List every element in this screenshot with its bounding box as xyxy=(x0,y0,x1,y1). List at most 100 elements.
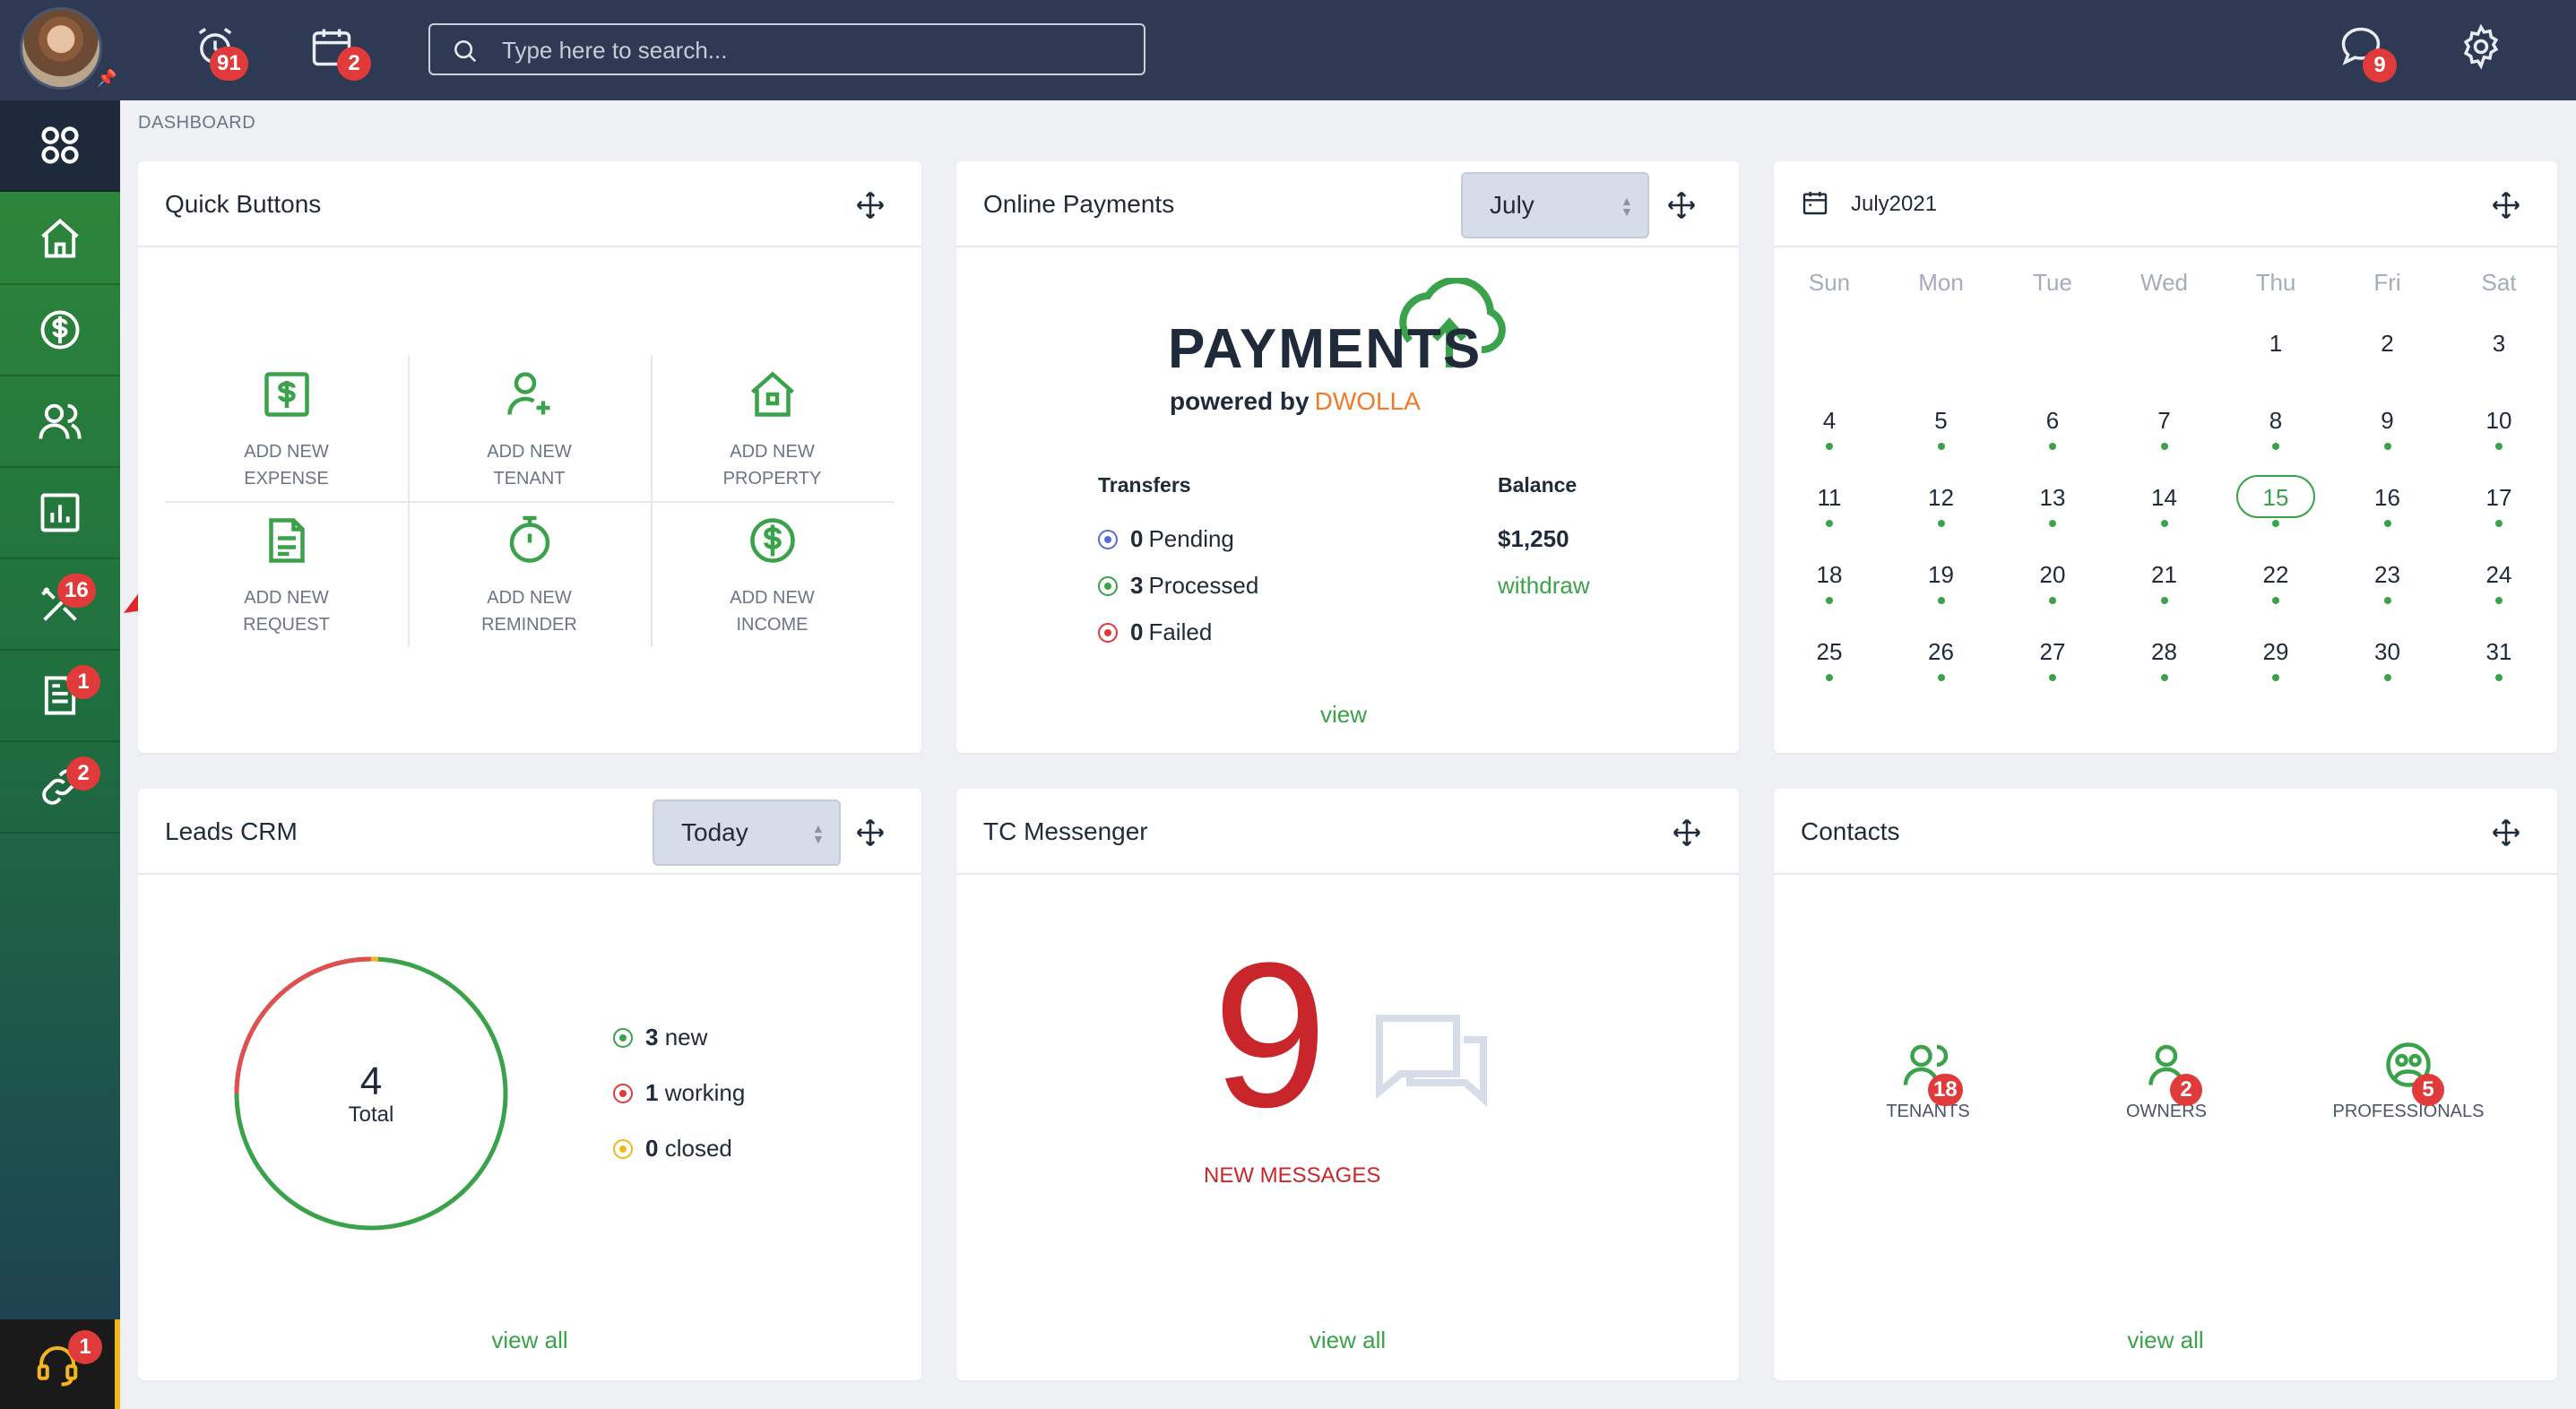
online-payments-card: Online Payments July ▲ ▼ PAYMENTS powered… xyxy=(956,161,1739,753)
contacts-professionals[interactable]: 5 PROFESSIONALS xyxy=(2310,1038,2507,1122)
calendar-event-dot xyxy=(2383,443,2391,450)
add-expense-button[interactable]: ADD NEW EXPENSE xyxy=(165,355,408,501)
card-header: Quick Buttons xyxy=(138,161,921,247)
messenger-view-all-link[interactable]: view all xyxy=(956,1327,1739,1354)
sidebar-item-home[interactable] xyxy=(0,194,120,285)
calendar-day[interactable]: 2 xyxy=(2332,330,2443,358)
alarm-button[interactable]: 91 xyxy=(192,23,248,81)
contacts-view-all-link[interactable]: view all xyxy=(1774,1327,2557,1354)
add-property-button[interactable]: ADD NEW PROPERTY xyxy=(651,355,894,501)
calendar-day[interactable]: 4 xyxy=(1774,407,1885,435)
add-request-button[interactable]: ADD NEW REQUEST xyxy=(165,501,408,647)
calendar-day[interactable]: 27 xyxy=(1997,638,2108,666)
period-select[interactable]: Today ▲ ▼ xyxy=(653,800,841,866)
tools-badge: 16 xyxy=(57,574,96,608)
calendar-day[interactable]: 10 xyxy=(2443,407,2554,435)
select-caret-icon: ▲ ▼ xyxy=(812,821,825,846)
chat-button[interactable]: 9 xyxy=(2338,23,2397,82)
calendar-day[interactable]: 26 xyxy=(1886,638,1997,666)
sidebar-item-documents[interactable]: 1 xyxy=(0,651,120,742)
support-button[interactable]: 1 xyxy=(0,1319,120,1409)
calendar-day[interactable]: 13 xyxy=(1997,484,2108,512)
calendar-day[interactable]: 30 xyxy=(2332,638,2443,666)
calendar-day[interactable]: 23 xyxy=(2332,561,2443,589)
move-icon[interactable] xyxy=(2491,817,2521,848)
contacts-card: Contacts 18 TENANTS 2 OWNERS 5 PROFESSIO… xyxy=(1774,789,2557,1380)
calendar-day[interactable]: 31 xyxy=(2443,638,2554,666)
calendar-day[interactable]: 6 xyxy=(1997,407,2108,435)
sidebar-item-apps[interactable] xyxy=(0,100,120,192)
sidebar-item-finance[interactable] xyxy=(0,285,120,376)
month-select[interactable]: July ▲ ▼ xyxy=(1461,172,1649,238)
leads-view-all-link[interactable]: view all xyxy=(138,1327,921,1354)
calendar-day[interactable]: 9 xyxy=(2332,407,2443,435)
search-input[interactable] xyxy=(502,32,1129,68)
card-header: July2021 xyxy=(1774,161,2557,247)
sidebar-item-tools[interactable]: 16 xyxy=(0,559,120,651)
card-title: Quick Buttons xyxy=(165,190,322,218)
withdraw-link[interactable]: withdraw xyxy=(1498,572,1590,600)
calendar-day[interactable]: 20 xyxy=(1997,561,2108,589)
calendar-day[interactable]: 17 xyxy=(2443,484,2554,512)
move-icon[interactable] xyxy=(855,817,886,848)
calendar-dow-sun: Sun xyxy=(1808,269,1851,296)
calendar-event-dot xyxy=(2383,520,2391,527)
calendar-day[interactable]: 29 xyxy=(2220,638,2331,666)
calendar-day[interactable]: 21 xyxy=(2109,561,2220,589)
calendar-event-dot xyxy=(2495,443,2503,450)
calendar-day[interactable]: 5 xyxy=(1886,407,1997,435)
add-reminder-label: ADD NEW REMINDER xyxy=(481,588,577,635)
move-icon[interactable] xyxy=(2491,190,2521,220)
calendar-day[interactable]: 24 xyxy=(2443,561,2554,589)
calendar-month-title: July2021 xyxy=(1851,192,1938,216)
calendar-dow-tue: Tue xyxy=(2033,269,2072,296)
dollar-circle-icon xyxy=(40,310,80,350)
calendar-button[interactable]: 2 xyxy=(308,23,371,81)
calendar-dow-fri: Fri xyxy=(2373,269,2401,296)
calendar-day[interactable]: 11 xyxy=(1774,484,1885,512)
contacts-owners[interactable]: 2 OWNERS xyxy=(2068,1038,2265,1122)
calendar-day[interactable]: 16 xyxy=(2332,484,2443,512)
calendar-day[interactable]: 22 xyxy=(2220,561,2331,589)
document-icon xyxy=(268,518,305,563)
owners-label: OWNERS xyxy=(2126,1102,2207,1121)
calendar-day[interactable]: 28 xyxy=(2109,638,2220,666)
calendar-event-dot xyxy=(2272,597,2279,604)
user-avatar[interactable] xyxy=(20,7,102,90)
leads-total: 4 xyxy=(359,1059,383,1103)
calendar-event-dot xyxy=(2160,443,2168,450)
professionals-count: 5 xyxy=(2412,1074,2444,1106)
view-payments-link[interactable]: view xyxy=(1320,701,1367,729)
calendar-day[interactable]: 1 xyxy=(2220,330,2331,358)
sidebar-item-reports[interactable] xyxy=(0,468,120,559)
calendar-day[interactable]: 7 xyxy=(2109,407,2220,435)
calendar-day[interactable]: 19 xyxy=(1886,561,1997,589)
calendar-event-dot xyxy=(1937,443,1945,450)
calendar-day[interactable]: 8 xyxy=(2220,407,2331,435)
add-tenant-button[interactable]: ADD NEW TENANT xyxy=(408,355,651,501)
sidebar-item-people[interactable] xyxy=(0,376,120,468)
calendar-day[interactable]: 18 xyxy=(1774,561,1885,589)
search-bar[interactable] xyxy=(428,23,1145,75)
calendar-day[interactable]: 25 xyxy=(1774,638,1885,666)
move-icon[interactable] xyxy=(1672,817,1702,848)
sidebar-item-links[interactable]: 2 xyxy=(0,742,120,834)
calendar-day[interactable]: 15 xyxy=(2220,484,2331,512)
calendar-day[interactable]: 3 xyxy=(2443,330,2554,358)
settings-button[interactable] xyxy=(2458,23,2511,77)
users-icon xyxy=(39,403,82,439)
support-badge: 1 xyxy=(68,1330,102,1364)
move-icon[interactable] xyxy=(855,190,886,220)
calendar-day[interactable]: 12 xyxy=(1886,484,1997,512)
add-request-label: ADD NEW REQUEST xyxy=(243,588,330,635)
add-reminder-button[interactable]: ADD NEW REMINDER xyxy=(408,501,651,647)
move-icon[interactable] xyxy=(1666,190,1697,220)
calendar-event-dot xyxy=(2049,597,2056,604)
calendar-day[interactable]: 14 xyxy=(2109,484,2220,512)
add-income-button[interactable]: ADD NEW INCOME xyxy=(651,501,894,647)
processed-row: 3 Processed xyxy=(1098,572,1258,600)
new-messages-count[interactable]: 9 xyxy=(1213,932,1327,1138)
month-select-value: July xyxy=(1490,191,1534,219)
contacts-tenants[interactable]: 18 TENANTS xyxy=(1829,1038,2027,1122)
breadcrumb: DASHBOARD xyxy=(138,113,256,133)
